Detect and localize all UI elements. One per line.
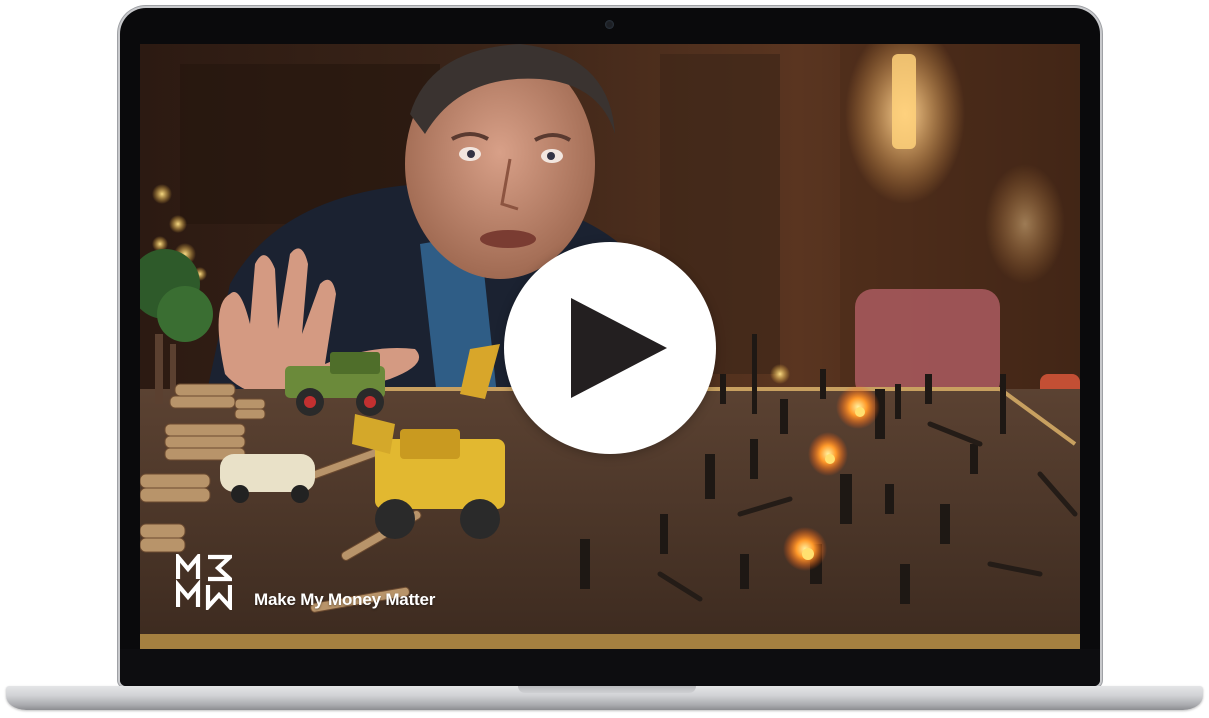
laptop-opening-notch (518, 686, 696, 693)
video-player[interactable]: Make My Money Matter (140, 44, 1080, 649)
brand-name: Make My Money Matter (254, 590, 436, 609)
brand-logo-icon (176, 554, 232, 610)
laptop-lid: Make My Money Matter (120, 8, 1100, 686)
laptop-mockup: Make My Money Matter (0, 0, 1209, 718)
webcam (605, 20, 614, 29)
laptop-chin (120, 649, 1100, 686)
play-button[interactable] (504, 242, 716, 454)
laptop-base (6, 686, 1203, 710)
brand-lockup: Make My Money Matter (176, 554, 435, 610)
play-icon (571, 298, 667, 398)
